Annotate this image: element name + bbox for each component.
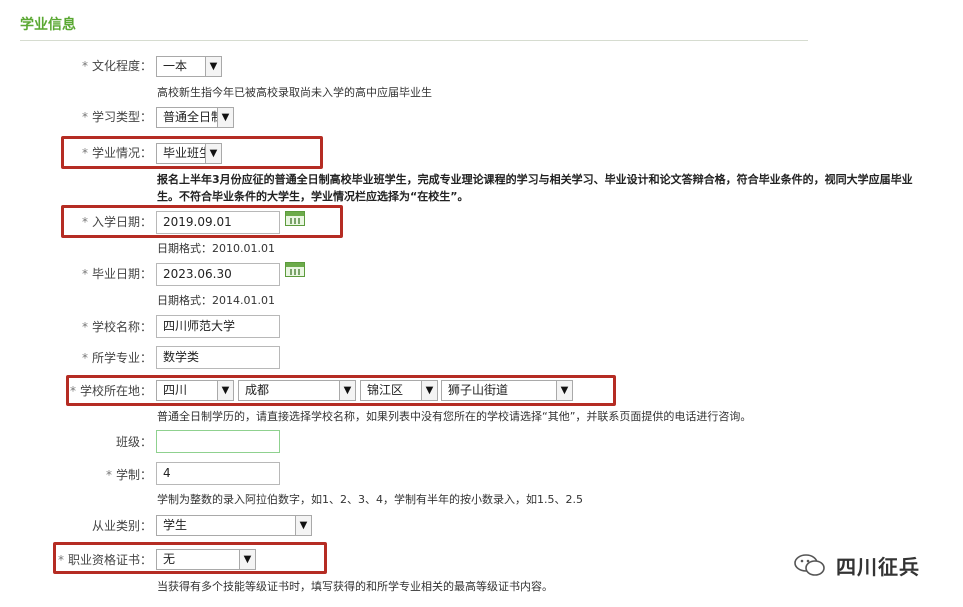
study-status-hint-line1: 报名上半年3月份应征的普通全日制高校毕业班学生，完成专业理论课程的学习与相关学习… [157,173,913,186]
chevron-down-icon: ▼ [421,381,437,400]
vocational-cert-hint: 当获得有多个技能等级证书时，填写获得的和所学专业相关的最高等级证书内容。 [157,580,553,593]
study-status-label: * 学业情况： [81,146,152,160]
chevron-down-icon: ▼ [217,381,233,400]
chevron-down-icon: ▼ [556,381,572,400]
chevron-down-icon: ▼ [239,550,255,569]
major-label: * 所学专业： [81,351,152,365]
study-status-hint-line2: 生。不符合毕业条件的大学生，学业情况栏应选择为“在校生”。 [157,190,469,203]
school-name-input[interactable]: 四川师范大学 [156,315,280,338]
calendar-icon[interactable] [285,211,305,226]
enroll-date-input[interactable]: 2019.09.01 [156,211,280,234]
vocational-cert-label: * 职业资格证书： [57,553,152,567]
study-type-label: * 学习类型： [81,110,152,124]
chevron-down-icon: ▼ [295,516,311,535]
vocational-cert-select[interactable]: 无 ▼ [156,549,256,570]
education-level-select[interactable]: 一本 ▼ [156,56,222,77]
watermark-text: 四川征兵 [836,555,920,579]
school-location-hint: 普通全日制学历的，请直接选择学校名称，如果列表中没有您所在的学校请选择“其他”，… [157,410,752,423]
education-level-label: * 文化程度： [81,59,152,73]
education-level-hint: 高校新生指今年已被高校录取尚未入学的高中应届毕业生 [157,86,432,99]
chevron-down-icon: ▼ [339,381,355,400]
study-type-select[interactable]: 普通全日制 ▼ [156,107,234,128]
enroll-date-label: * 入学日期： [81,215,152,229]
grad-date-hint: 日期格式：2014.01.01 [157,294,275,307]
job-category-select[interactable]: 学生 ▼ [156,515,312,536]
street-select[interactable]: 狮子山街道 ▼ [441,380,573,401]
calendar-icon[interactable] [285,262,305,277]
job-category-label: 从业类别： [91,519,152,533]
chevron-down-icon: ▼ [205,144,221,163]
grad-date-input[interactable]: 2023.06.30 [156,263,280,286]
chevron-down-icon: ▼ [205,57,221,76]
class-input[interactable] [156,430,280,453]
wechat-logo-icon [794,554,825,576]
chevron-down-icon: ▼ [217,108,233,127]
duration-input[interactable]: 4 [156,462,280,485]
school-location-label: * 学校所在地： [69,384,152,398]
school-name-label: * 学校名称： [81,320,152,334]
grad-date-label: * 毕业日期： [81,267,152,281]
title-divider [20,40,808,41]
section-title: 学业信息 [20,17,76,33]
study-status-select[interactable]: 毕业班生 ▼ [156,143,222,164]
province-select[interactable]: 四川 ▼ [156,380,234,401]
duration-hint: 学制为整数的录入阿拉伯数字，如1、2、3、4，学制有半年的按小数录入，如1.5、… [157,493,583,506]
enroll-date-hint: 日期格式：2010.01.01 [157,242,275,255]
major-input[interactable]: 数学类 [156,346,280,369]
district-select[interactable]: 锦江区 ▼ [360,380,438,401]
class-label: 班级： [115,435,152,449]
city-select[interactable]: 成都 ▼ [238,380,356,401]
duration-label: * 学制： [105,468,152,482]
